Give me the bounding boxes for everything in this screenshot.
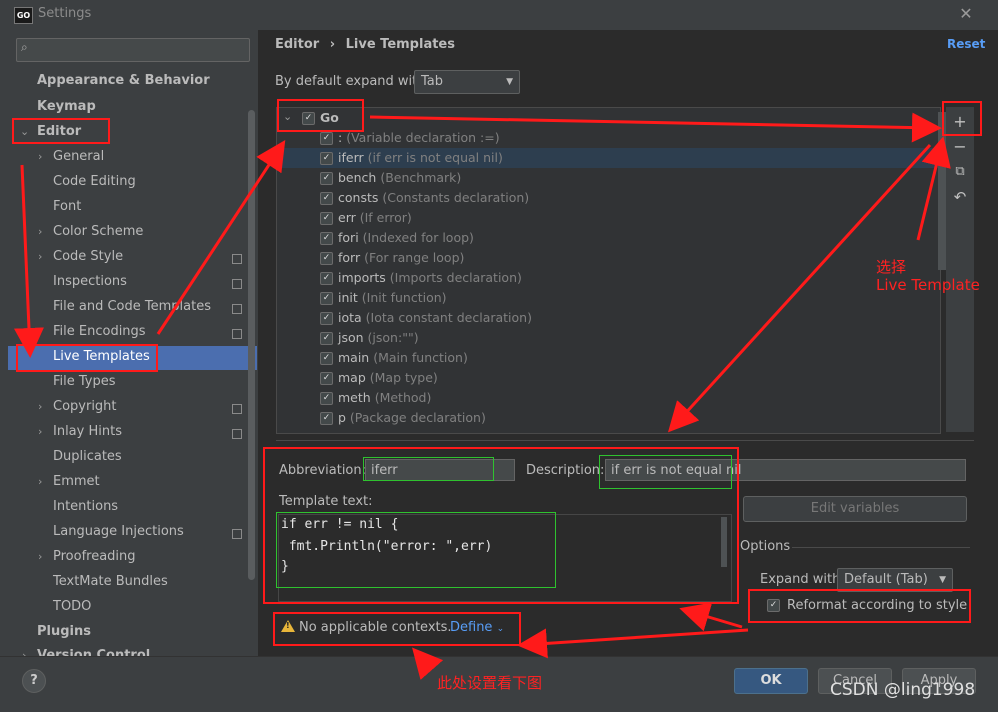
arrow-note-to-add bbox=[916, 136, 951, 241]
arrow-reformat-to-editor bbox=[679, 602, 743, 632]
arrow-editor-to-live-templates bbox=[13, 164, 44, 358]
arrow-note-to-contexts bbox=[412, 647, 444, 680]
annotation-live-template: Live Template bbox=[876, 276, 980, 294]
annotation-see-below: 此处设置看下图 bbox=[437, 674, 543, 692]
arrow-live-to-go bbox=[156, 139, 286, 335]
arrow-reformat-to-contexts bbox=[517, 628, 749, 659]
annotation-choose: 选择 bbox=[876, 258, 907, 276]
annotation-arrows bbox=[13, 112, 951, 680]
watermark: CSDN @ling1998 bbox=[830, 680, 976, 700]
arrow-go-to-add bbox=[369, 112, 942, 143]
